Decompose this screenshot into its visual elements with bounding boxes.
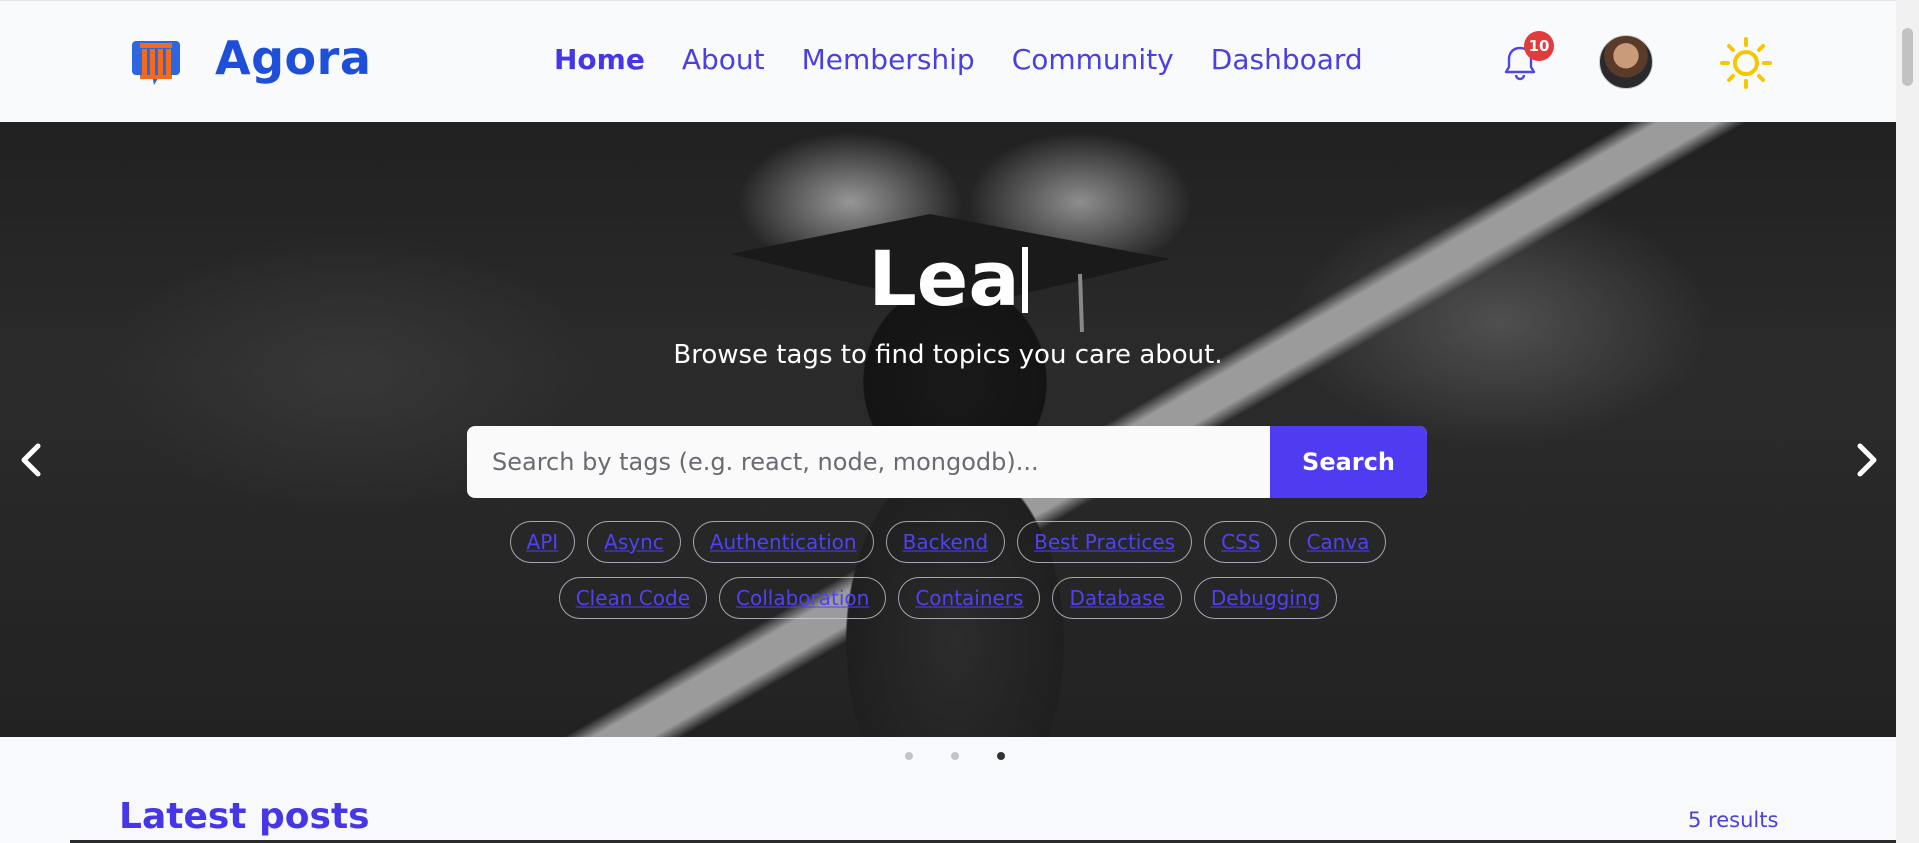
hero-subtitle: Browse tags to find topics you care abou… — [673, 340, 1223, 370]
search-button[interactable]: Search — [1270, 426, 1427, 498]
hero-title: Lea — [0, 234, 1896, 323]
tag-chip[interactable]: Async — [587, 521, 681, 563]
carousel-prev-icon[interactable] — [12, 438, 52, 482]
typing-caret — [1021, 247, 1028, 313]
tag-chip[interactable]: Containers — [898, 577, 1041, 619]
tag-list-row-1: API Async Authentication Backend Best Pr… — [0, 521, 1896, 563]
notification-badge: 10 — [1524, 31, 1554, 61]
carousel-dot-1[interactable] — [905, 752, 913, 760]
page-scrollbar[interactable] — [1896, 0, 1919, 843]
nav-dashboard[interactable]: Dashboard — [1211, 43, 1363, 76]
tag-search-bar: Search — [467, 426, 1427, 498]
hero-carousel: Lea Browse tags to find topics you care … — [0, 122, 1896, 737]
tag-chip[interactable]: Collaboration — [719, 577, 887, 619]
carousel-next-icon[interactable] — [1846, 438, 1886, 482]
scrollbar-thumb[interactable] — [1902, 28, 1913, 86]
main-nav: Home About Membership Community Dashboar… — [554, 43, 1363, 76]
tag-list-row-2: Clean Code Collaboration Containers Data… — [0, 577, 1896, 619]
tag-chip[interactable]: Database — [1052, 577, 1182, 619]
nav-home[interactable]: Home — [554, 43, 645, 76]
carousel-dots — [7, 752, 1903, 760]
tag-chip[interactable]: Best Practices — [1017, 521, 1193, 563]
tag-chip[interactable]: Clean Code — [558, 577, 708, 619]
carousel-dot-2[interactable] — [951, 752, 959, 760]
carousel-dot-3[interactable] — [997, 752, 1005, 760]
tag-chip[interactable]: Debugging — [1193, 577, 1338, 619]
user-avatar[interactable] — [1599, 35, 1653, 89]
tag-chip[interactable]: API — [509, 521, 576, 563]
latest-posts-heading: Latest posts — [119, 796, 370, 837]
site-header: Agora Home About Membership Community Da… — [0, 0, 1896, 122]
tag-search-input[interactable] — [467, 426, 1270, 498]
sun-icon[interactable] — [1720, 37, 1772, 89]
results-count: 5 results — [1688, 808, 1779, 832]
brand-name[interactable]: Agora — [215, 31, 371, 85]
nav-community[interactable]: Community — [1012, 43, 1174, 76]
nav-membership[interactable]: Membership — [802, 43, 975, 76]
tag-chip[interactable]: CSS — [1204, 521, 1278, 563]
tag-chip[interactable]: Authentication — [692, 521, 874, 563]
nav-about[interactable]: About — [682, 43, 765, 76]
pillar-logo-icon[interactable] — [132, 37, 180, 87]
tag-chip[interactable]: Canva — [1289, 521, 1387, 563]
tag-chip[interactable]: Backend — [885, 521, 1006, 563]
